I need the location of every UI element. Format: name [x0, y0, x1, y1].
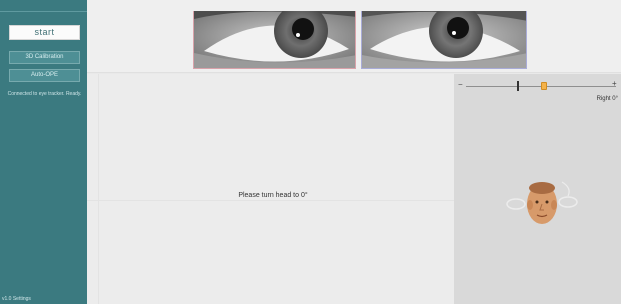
- start-button[interactable]: start: [9, 25, 80, 40]
- work-area: Please turn head to 0°: [87, 74, 454, 304]
- head-pose-panel: − + Right 0°: [454, 74, 621, 304]
- sidebar-divider: [0, 11, 87, 12]
- right-eye-image: [362, 11, 526, 68]
- direction-label: Right 0°: [596, 96, 618, 102]
- sidebar-footer: v1.0 Settings: [2, 296, 31, 302]
- slider-minus-icon[interactable]: −: [458, 80, 463, 89]
- right-eye-camera: [361, 11, 527, 69]
- left-eye-image: [194, 11, 355, 68]
- vertical-guide: [98, 74, 99, 304]
- slider-plus-icon[interactable]: +: [612, 79, 617, 88]
- slider-target-marker: [517, 81, 519, 91]
- status-note: Connected to eye tracker. Ready.: [7, 91, 82, 97]
- horizontal-guide: [87, 200, 454, 201]
- left-eye-camera: [193, 11, 356, 69]
- calibration-button[interactable]: 3D Calibration: [9, 51, 80, 64]
- sidebar: start 3D Calibration Auto-OPE Connected …: [0, 0, 87, 304]
- slider-knob[interactable]: [541, 82, 547, 90]
- auto-ope-button[interactable]: Auto-OPE: [9, 69, 80, 82]
- head-icon: [506, 181, 578, 224]
- instruction-text: Please turn head to 0°: [238, 192, 308, 199]
